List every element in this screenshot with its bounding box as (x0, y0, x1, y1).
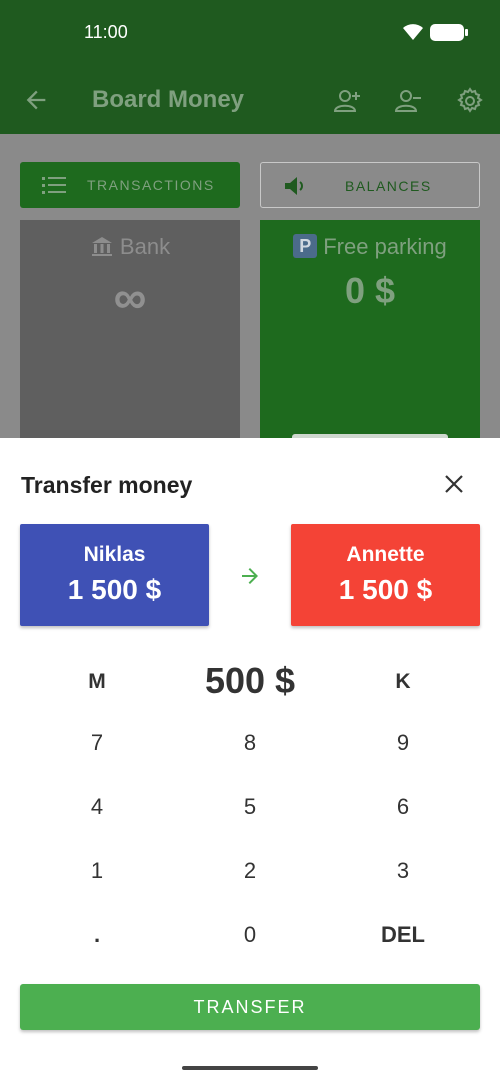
key-2[interactable]: 2 (210, 846, 290, 896)
free-parking-balance: 0 $ (344, 270, 396, 311)
from-player-balance: 1 500 $ (67, 574, 162, 605)
free-parking-card[interactable]: P Free parking 0 $ (260, 220, 480, 440)
from-player-card[interactable]: Niklas 1 500 $ (20, 524, 209, 626)
transactions-button[interactable]: TRANSACTIONS (20, 162, 240, 208)
transactions-label: TRANSACTIONS (87, 177, 215, 193)
arrow-right-icon (242, 568, 258, 584)
balances-label: BALANCES (345, 178, 432, 194)
status-bar: 11:00 (0, 0, 500, 66)
key-3[interactable]: 3 (363, 846, 443, 896)
bank-title: Bank (20, 234, 240, 260)
to-player-name: Annette (346, 543, 425, 566)
to-player-balance: 1 500 $ (338, 574, 433, 605)
wifi-icon (403, 24, 423, 40)
key-5[interactable]: 5 (210, 782, 290, 832)
sheet-title: Transfer money (21, 472, 193, 498)
free-parking-title: P Free parking (260, 234, 480, 260)
key-decimal[interactable]: . (57, 910, 137, 960)
transfer-sheet: Transfer money Niklas 1 500 $ Annette 1 … (0, 438, 500, 1083)
arrow-left-icon[interactable] (22, 86, 50, 114)
transfer-button[interactable]: TRANSFER (20, 984, 480, 1030)
key-9[interactable]: 9 (363, 718, 443, 768)
bank-icon (91, 237, 112, 256)
to-player-card[interactable]: Annette 1 500 $ (291, 524, 480, 626)
from-player-name: Niklas (83, 543, 146, 566)
parking-icon: P (293, 234, 318, 258)
key-6[interactable]: 6 (363, 782, 443, 832)
close-icon[interactable] (442, 472, 466, 496)
settings-icon[interactable] (455, 86, 485, 116)
add-player-icon[interactable] (332, 86, 362, 116)
speaker-icon (285, 177, 303, 195)
bank-balance: ∞ (113, 271, 147, 323)
key-1[interactable]: 1 (57, 846, 137, 896)
list-icon (42, 177, 66, 194)
battery-icon (430, 24, 468, 41)
remove-player-icon[interactable] (393, 86, 423, 116)
free-parking-title-text: Free parking (323, 234, 447, 259)
home-indicator[interactable] (182, 1066, 318, 1070)
key-4[interactable]: 4 (57, 782, 137, 832)
app-bar: Board Money (0, 66, 500, 134)
multiplier-k-key[interactable]: K (383, 670, 423, 694)
app-title: Board Money (92, 86, 245, 113)
bank-title-text: Bank (119, 234, 171, 259)
balances-button[interactable]: BALANCES (260, 162, 480, 208)
key-8[interactable]: 8 (210, 718, 290, 768)
key-7[interactable]: 7 (57, 718, 137, 768)
status-time: 11:00 (84, 22, 128, 42)
transfer-amount: 500 $ (204, 660, 296, 701)
multiplier-m-key[interactable]: M (77, 670, 117, 694)
bank-card[interactable]: Bank ∞ (20, 220, 240, 438)
key-0[interactable]: 0 (210, 910, 290, 960)
delete-key[interactable]: DEL (363, 910, 443, 960)
